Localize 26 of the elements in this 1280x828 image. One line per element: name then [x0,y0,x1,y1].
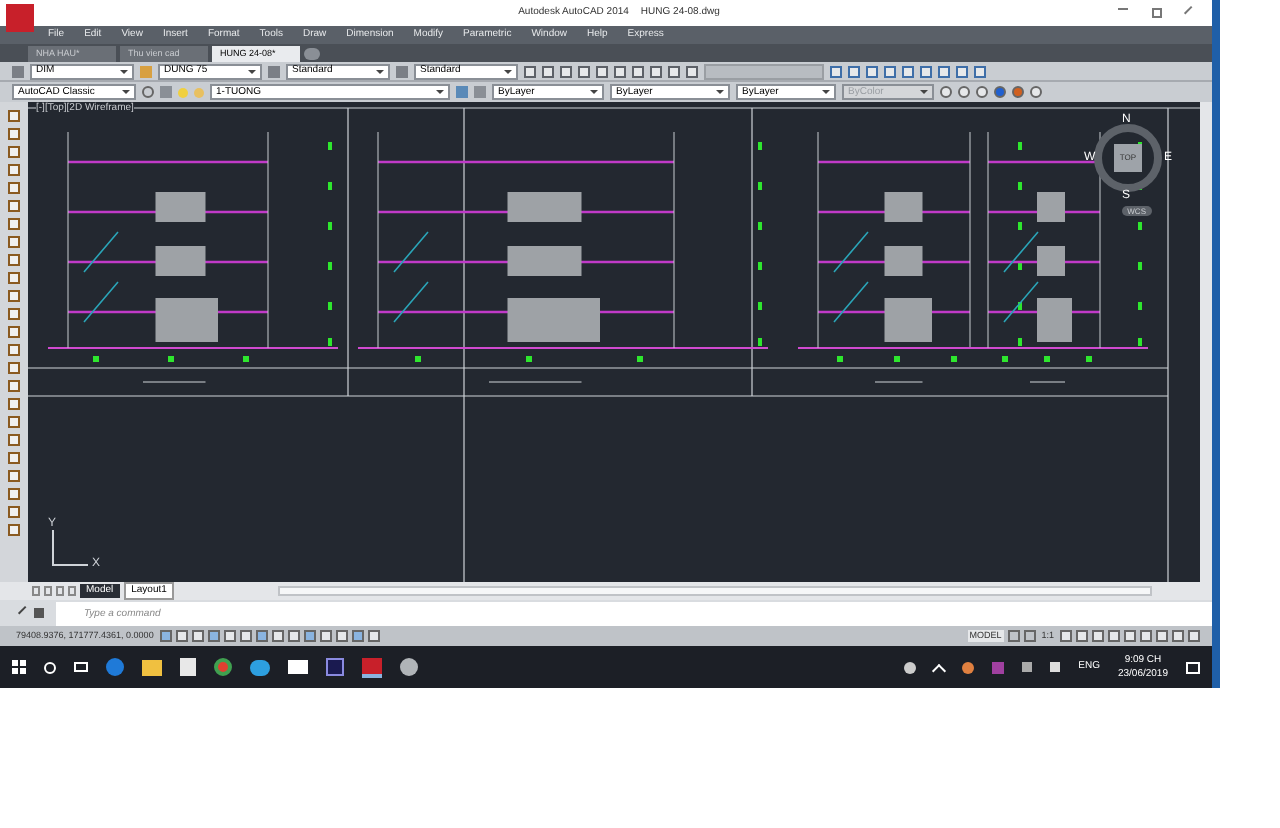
folder-icon[interactable] [142,659,162,675]
caret-icon [248,69,256,73]
text-style-icon[interactable] [12,65,24,77]
caret-icon [590,90,598,94]
caret-icon [122,90,130,94]
table-style-icon[interactable] [268,65,280,77]
caret-icon [376,69,384,73]
caret-icon [920,90,928,94]
notification-icon[interactable] [1186,661,1200,673]
video-app-icon[interactable] [326,658,344,676]
caret-icon [120,69,128,73]
task-view-icon[interactable] [74,662,88,672]
tray-app-icon[interactable] [962,661,975,673]
leader-style-icon[interactable] [396,65,408,77]
vertical-scrollbar[interactable] [1200,102,1212,582]
maximize-icon[interactable] [1152,8,1162,18]
cad-app-icon[interactable] [362,657,382,677]
caret-icon [504,69,512,73]
caret-icon [822,90,830,94]
search-icon[interactable] [44,661,56,673]
caret-icon [436,90,444,94]
ucs-axes-drawing [52,530,88,566]
tray-app-icon[interactable] [992,661,1005,673]
horizontal-scrollbar[interactable] [278,586,1152,596]
windows-start-icon[interactable] [12,660,26,674]
caret-icon [716,90,724,94]
